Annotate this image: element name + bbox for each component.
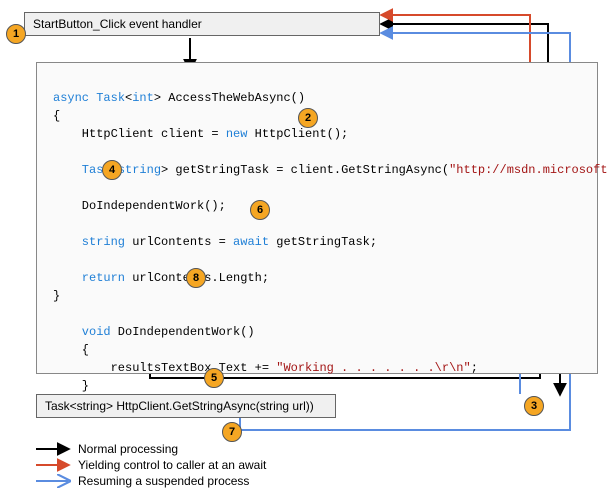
code-dowork-close: }: [53, 379, 89, 393]
legend-row-resume: Resuming a suspended process: [36, 474, 266, 488]
badge-5: 5: [204, 368, 224, 388]
start-handler-label: StartButton_Click event handler: [33, 17, 202, 31]
badge-1: 1: [6, 24, 26, 44]
code-dowork-open: {: [53, 343, 89, 357]
legend-label-resume: Resuming a suspended process: [78, 474, 249, 488]
legend-line-yield: [36, 458, 72, 472]
badge-8: 8: [186, 268, 206, 288]
code-block: async Task<int> AccessTheWebAsync() { Ht…: [36, 62, 598, 374]
code-line-dowork-sig: void DoIndependentWork(): [53, 325, 255, 339]
badge-3: 3: [524, 396, 544, 416]
code-brace-close: }: [53, 289, 60, 303]
legend-label-normal: Normal processing: [78, 442, 178, 456]
badge-4: 4: [102, 160, 122, 180]
code-line-client: HttpClient client = new HttpClient();: [53, 127, 348, 141]
legend-label-yield: Yielding control to caller at an await: [78, 458, 266, 472]
badge-2: 2: [298, 108, 318, 128]
code-line-task: Task<string> getStringTask = client.GetS…: [53, 163, 610, 177]
code-line-dowork-body: resultsTextBox.Text += "Working . . . . …: [53, 361, 478, 375]
legend-row-normal: Normal processing: [36, 442, 266, 456]
getstringasync-box: Task<string> HttpClient.GetStringAsync(s…: [36, 394, 336, 418]
getstringasync-label: Task<string> HttpClient.GetStringAsync(s…: [45, 399, 314, 413]
code-line-await: string urlContents = await getStringTask…: [53, 235, 377, 249]
badge-6: 6: [250, 200, 270, 220]
legend: Normal processing Yielding control to ca…: [36, 440, 266, 490]
badge-7: 7: [222, 422, 242, 442]
code-brace-open: {: [53, 109, 60, 123]
legend-line-normal: [36, 442, 72, 456]
code-line-dowork: DoIndependentWork();: [53, 199, 226, 213]
start-handler-box: StartButton_Click event handler: [24, 12, 380, 36]
code-line-return: return urlContents.Length;: [53, 271, 269, 285]
legend-row-yield: Yielding control to caller at an await: [36, 458, 266, 472]
legend-line-resume: [36, 474, 72, 488]
code-line-sig: async Task<int> AccessTheWebAsync(): [53, 91, 305, 105]
